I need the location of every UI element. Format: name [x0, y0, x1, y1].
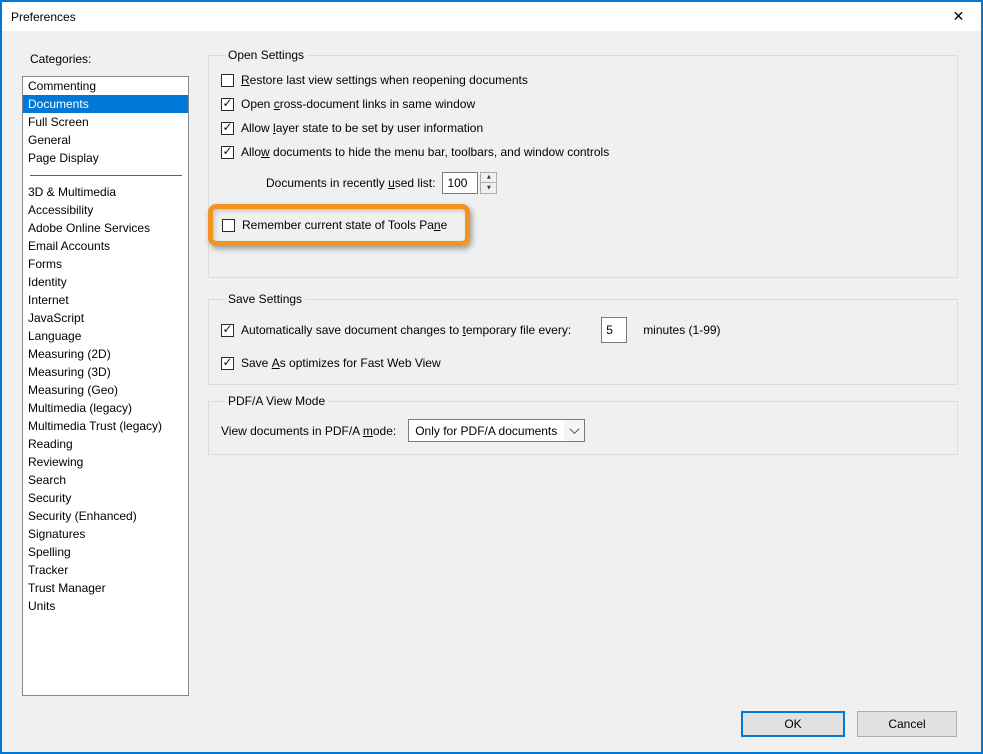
category-item-measuring-3d[interactable]: Measuring (3D) — [23, 363, 188, 381]
category-item-internet[interactable]: Internet — [23, 291, 188, 309]
category-separator — [23, 167, 188, 183]
tools-pane-row: Remember current state of Tools Pane — [221, 204, 947, 246]
window-title: Preferences — [2, 10, 76, 24]
pdfa-view-mode-group: PDF/A View Mode View documents in PDF/A … — [208, 394, 958, 455]
checkmark: ✓ — [222, 145, 232, 157]
save-settings-title: Save Settings — [225, 292, 305, 306]
autosave-checkbox[interactable]: ✓ — [221, 324, 234, 337]
category-item-trust-manager[interactable]: Trust Manager — [23, 579, 188, 597]
orange-highlight-annotation: Remember current state of Tools Pane — [208, 204, 470, 246]
layer-state-row: ✓ Allow layer state to be set by user in… — [221, 121, 947, 135]
checkmark: ✓ — [222, 356, 232, 368]
open-settings-title: Open Settings — [225, 48, 307, 62]
autosave-minutes-suffix: minutes (1-99) — [643, 323, 720, 337]
cross-document-links-label: Open cross-document links in same window — [241, 97, 475, 111]
dialog-content: Categories: CommentingDocumentsFull Scre… — [2, 31, 981, 752]
autosave-minutes-input[interactable] — [601, 317, 627, 343]
restore-last-view-row: Restore last view settings when reopenin… — [221, 73, 947, 87]
category-item-measuring-2d[interactable]: Measuring (2D) — [23, 345, 188, 363]
category-item-security-enhanced[interactable]: Security (Enhanced) — [23, 507, 188, 525]
preferences-dialog: Preferences ✕ Categories: CommentingDocu… — [0, 0, 983, 754]
chevron-down-icon — [569, 424, 579, 434]
categories-label: Categories: — [30, 52, 91, 66]
fast-web-view-row: ✓ Save As optimizes for Fast Web View — [221, 356, 947, 370]
category-item-measuring-geo[interactable]: Measuring (Geo) — [23, 381, 188, 399]
cross-document-links-checkbox[interactable]: ✓ — [221, 98, 234, 111]
save-settings-group: Save Settings ✓ Automatically save docum… — [208, 292, 958, 385]
hide-menu-bar-label: Allow documents to hide the menu bar, to… — [241, 145, 609, 159]
pdfa-mode-row: View documents in PDF/A mode: Only for P… — [221, 419, 947, 442]
pdfa-mode-label: View documents in PDF/A mode: — [221, 424, 396, 438]
title-bar: Preferences ✕ — [2, 2, 981, 31]
ok-button[interactable]: OK — [741, 711, 845, 737]
category-item-search[interactable]: Search — [23, 471, 188, 489]
pdfa-view-mode-title: PDF/A View Mode — [225, 394, 328, 408]
category-item-signatures[interactable]: Signatures — [23, 525, 188, 543]
category-item-adobe-online-services[interactable]: Adobe Online Services — [23, 219, 188, 237]
pdfa-mode-dropdown[interactable]: Only for PDF/A documents — [408, 419, 585, 442]
recently-used-count-input[interactable] — [442, 172, 478, 194]
category-item-identity[interactable]: Identity — [23, 273, 188, 291]
fast-web-view-checkbox[interactable]: ✓ — [221, 357, 234, 370]
recently-used-list-label: Documents in recently used list: — [266, 176, 435, 190]
category-item-3d-multimedia[interactable]: 3D & Multimedia — [23, 183, 188, 201]
category-item-javascript[interactable]: JavaScript — [23, 309, 188, 327]
category-item-forms[interactable]: Forms — [23, 255, 188, 273]
category-item-reviewing[interactable]: Reviewing — [23, 453, 188, 471]
close-button[interactable]: ✕ — [936, 2, 981, 31]
categories-list[interactable]: CommentingDocumentsFull ScreenGeneralPag… — [22, 76, 189, 696]
cancel-button[interactable]: Cancel — [857, 711, 957, 737]
restore-last-view-label: Restore last view settings when reopenin… — [241, 73, 528, 87]
category-item-spelling[interactable]: Spelling — [23, 543, 188, 561]
tools-pane-checkbox[interactable] — [222, 219, 235, 232]
category-item-page-display[interactable]: Page Display — [23, 149, 188, 167]
category-item-reading[interactable]: Reading — [23, 435, 188, 453]
autosave-row: ✓ Automatically save document changes to… — [221, 317, 947, 343]
layer-state-checkbox[interactable]: ✓ — [221, 122, 234, 135]
category-item-units[interactable]: Units — [23, 597, 188, 615]
cross-document-links-row: ✓ Open cross-document links in same wind… — [221, 97, 947, 111]
checkmark: ✓ — [222, 323, 232, 335]
tools-pane-label: Remember current state of Tools Pane — [242, 218, 447, 232]
pdfa-mode-selected-value: Only for PDF/A documents — [409, 420, 564, 441]
dropdown-button[interactable] — [564, 420, 584, 441]
autosave-label: Automatically save document changes to t… — [241, 323, 571, 337]
spin-down-button[interactable]: ▼ — [480, 183, 497, 194]
category-item-tracker[interactable]: Tracker — [23, 561, 188, 579]
recently-used-spinner: ▲ ▼ — [480, 172, 497, 194]
restore-last-view-checkbox[interactable] — [221, 74, 234, 87]
category-item-full-screen[interactable]: Full Screen — [23, 113, 188, 131]
close-icon: ✕ — [953, 9, 965, 25]
fast-web-view-label: Save As optimizes for Fast Web View — [241, 356, 441, 370]
hide-menu-bar-checkbox[interactable]: ✓ — [221, 146, 234, 159]
category-item-language[interactable]: Language — [23, 327, 188, 345]
category-item-security[interactable]: Security — [23, 489, 188, 507]
spin-up-button[interactable]: ▲ — [480, 172, 497, 183]
checkmark: ✓ — [222, 121, 232, 133]
category-item-commenting[interactable]: Commenting — [23, 77, 188, 95]
category-item-multimedia-legacy[interactable]: Multimedia (legacy) — [23, 399, 188, 417]
spin-up-icon: ▲ — [487, 175, 491, 180]
checkmark: ✓ — [222, 97, 232, 109]
category-item-accessibility[interactable]: Accessibility — [23, 201, 188, 219]
spin-down-icon: ▼ — [487, 186, 491, 191]
category-item-general[interactable]: General — [23, 131, 188, 149]
category-item-email-accounts[interactable]: Email Accounts — [23, 237, 188, 255]
layer-state-label: Allow layer state to be set by user info… — [241, 121, 483, 135]
recently-used-list-row: Documents in recently used list: ▲ ▼ — [266, 172, 947, 194]
hide-menu-bar-row: ✓ Allow documents to hide the menu bar, … — [221, 145, 947, 159]
open-settings-group: Open Settings Restore last view settings… — [208, 48, 958, 278]
category-item-multimedia-trust-legacy[interactable]: Multimedia Trust (legacy) — [23, 417, 188, 435]
category-item-documents[interactable]: Documents — [23, 95, 188, 113]
